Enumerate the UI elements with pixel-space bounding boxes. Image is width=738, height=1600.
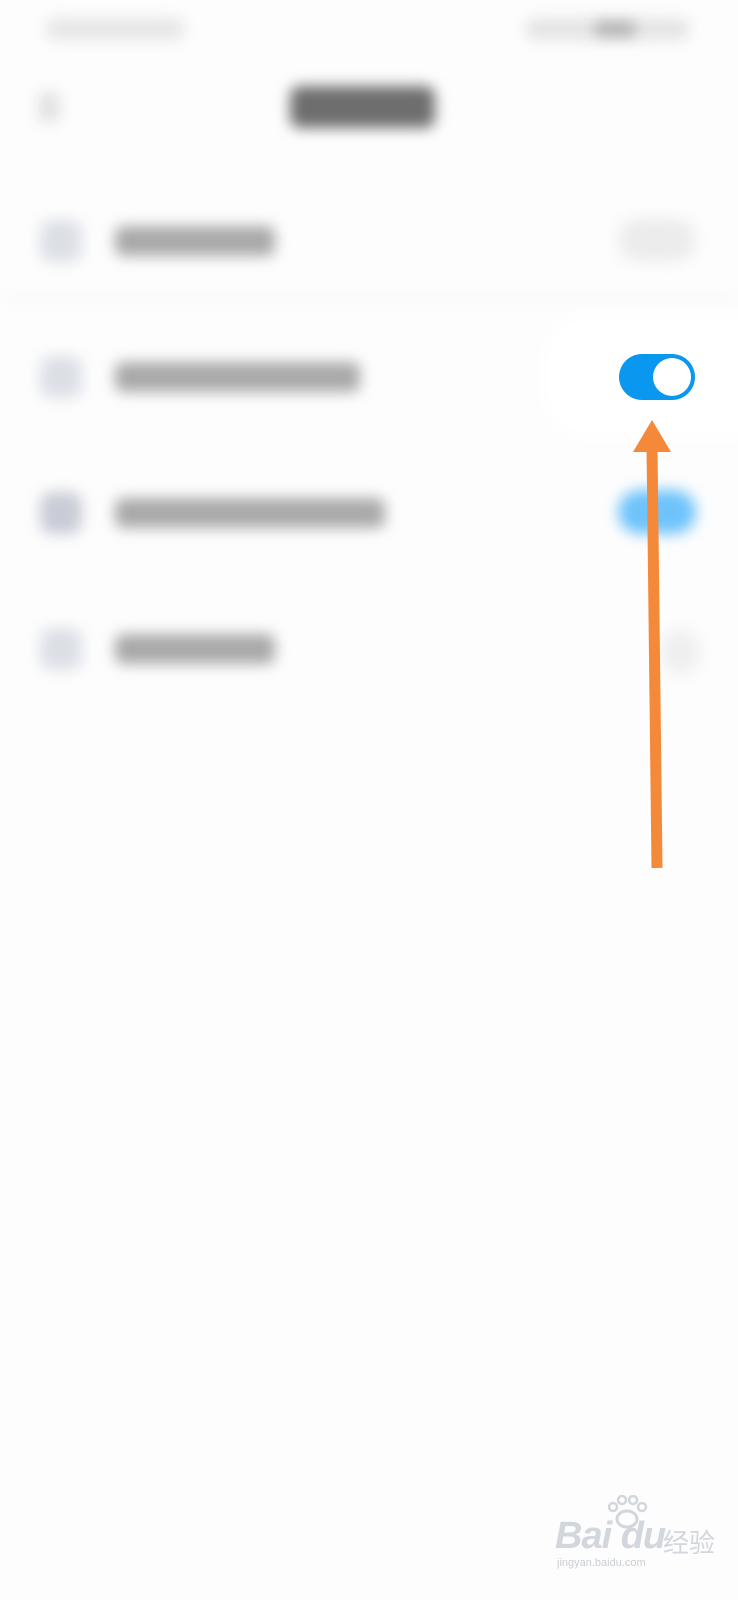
annotation-arrow-icon (633, 420, 671, 869)
baidu-jingyan-watermark: Bai du 经验 jingyan.baidu.com (555, 1495, 725, 1569)
watermark-cn-text: 经验 (663, 1529, 716, 1559)
phone-screen: Bai du 经验 jingyan.baidu.com (0, 0, 738, 1600)
watermark-url: jingyan.baidu.com (557, 1557, 646, 1569)
watermark-logo-text: Bai du (555, 1515, 666, 1557)
